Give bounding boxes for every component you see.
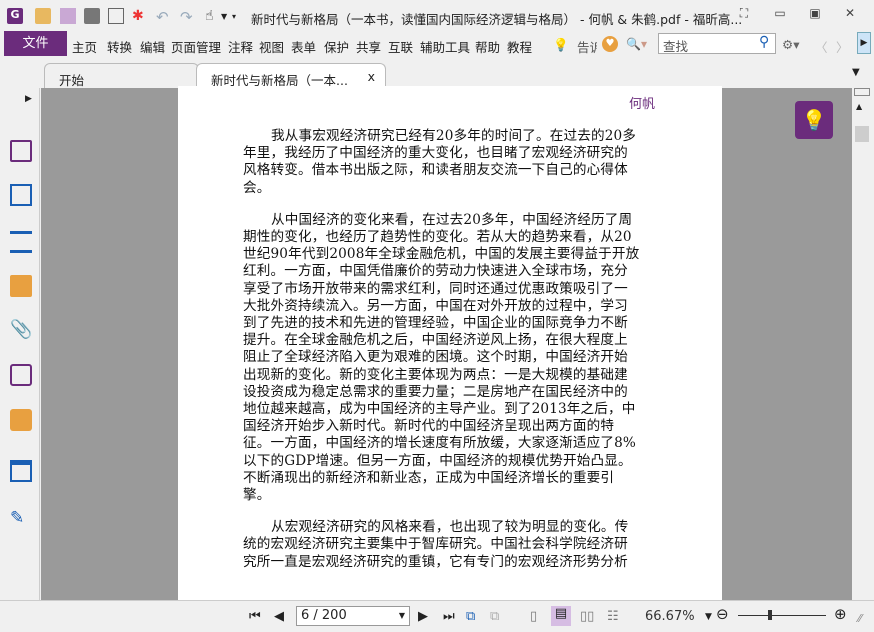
app-logo-icon: G [7, 8, 23, 24]
accessibility-tool-icon[interactable]: ✎ [10, 508, 32, 530]
tab-label: 开始 [59, 73, 85, 88]
open-folder-icon[interactable] [35, 8, 51, 24]
menu-comment[interactable]: 注释 [228, 37, 253, 56]
previous-page-icon[interactable]: ◀ [274, 609, 284, 624]
previous-view-icon[interactable]: ⧉ [466, 609, 475, 624]
menu-form[interactable]: 表单 [291, 37, 316, 56]
resize-grip-icon[interactable]: ⁄⁄ [858, 612, 862, 625]
menu-home[interactable]: 主页 [72, 37, 97, 56]
menu-accessibility[interactable]: 辅助工具 [420, 37, 470, 56]
undo-icon[interactable]: ↶ [156, 8, 172, 26]
text-line: 究所一直是宏观经济研究的重镇，它有专门的宏观经济形势分析 [243, 553, 628, 570]
zoom-dropdown-icon[interactable]: ▼ [705, 612, 712, 622]
tab-list-dropdown-icon[interactable]: ▼ [852, 67, 860, 78]
attachment-icon[interactable]: 📎 [10, 319, 32, 341]
status-bar [0, 600, 874, 632]
new-document-icon[interactable]: ✱ [132, 8, 148, 24]
scroll-thumb[interactable] [855, 126, 869, 142]
menu-share[interactable]: 共享 [356, 37, 381, 56]
properties-icon[interactable] [108, 8, 124, 24]
tab-close-icon[interactable]: x [368, 69, 375, 84]
form-fields-icon[interactable] [10, 460, 32, 482]
text-line: 会。 [243, 179, 271, 196]
continuous-page-icon[interactable]: ▤ [551, 606, 571, 626]
zoom-in-icon[interactable]: ⊕ [834, 605, 847, 623]
last-page-icon[interactable]: ⏭ [443, 609, 455, 624]
fullscreen-icon[interactable]: ⛶ [734, 6, 754, 22]
gear-icon[interactable]: ⚙▾ [782, 37, 799, 52]
page-number-value: 6 / 200 [301, 608, 347, 623]
tell-me-label[interactable]: 告诉 [577, 37, 597, 56]
tab-document[interactable]: 新时代与新格局（一本... x [196, 63, 386, 88]
maximize-button[interactable]: ▣ [805, 6, 825, 22]
zoom-out-icon[interactable]: ⊖ [716, 605, 729, 623]
next-page-icon[interactable]: ▶ [418, 609, 428, 624]
continuous-facing-icon[interactable]: ☷ [607, 609, 619, 624]
minimize-button[interactable]: ▭ [770, 6, 790, 22]
hand-tool-icon[interactable]: ☝ [205, 8, 221, 24]
vertical-scrollbar[interactable]: ▲ [852, 86, 872, 600]
zoom-slider[interactable] [738, 615, 826, 616]
single-page-icon[interactable]: ▯ [530, 609, 537, 624]
customize-toolbar-icon[interactable]: ▾ [232, 12, 248, 28]
close-button[interactable]: ✕ [840, 6, 860, 22]
menu-page-management[interactable]: 页面管理 [171, 37, 221, 56]
layers-icon[interactable] [10, 231, 32, 253]
page-number-input[interactable]: 6 / 200 ▼ [296, 606, 410, 626]
text-line: 不断涌现出的新经济和新业态，正成为中国经济增长的重要引 [243, 469, 615, 486]
save-icon[interactable] [60, 8, 76, 24]
page-header-author: 何帆 [629, 97, 656, 112]
comments-icon[interactable] [10, 275, 32, 297]
pages-icon[interactable] [10, 184, 32, 206]
file-menu-button[interactable]: 文件 [4, 31, 67, 56]
redo-icon[interactable]: ↷ [180, 8, 196, 26]
menu-tutorial[interactable]: 教程 [507, 37, 532, 56]
menu-view[interactable]: 视图 [259, 37, 284, 56]
chevron-down-icon[interactable]: ▼ [399, 611, 405, 620]
nav-back-icon[interactable]: 〈 [815, 37, 828, 56]
lock-icon[interactable] [10, 409, 32, 431]
bookmark-icon[interactable] [10, 140, 32, 162]
menu-help[interactable]: 帮助 [475, 37, 500, 56]
text-line: 风格转变。借本书出版之际，和读者朋友交流一下自己的心得体 [243, 162, 628, 179]
lightbulb-icon[interactable]: 💡 [553, 37, 569, 53]
menu-connect[interactable]: 互联 [388, 37, 413, 56]
navigation-panel: ▶ 📎 ✎ [0, 88, 40, 600]
zoom-level[interactable]: 66.67% [645, 609, 695, 624]
print-icon[interactable] [84, 8, 100, 24]
first-page-icon[interactable]: ⏮ [249, 609, 261, 624]
nav-forward-icon[interactable]: 〉 [836, 37, 849, 56]
window-title: 新时代与新格局（一本书，读懂国内国际经济逻辑与格局） - 何帆 & 朱鹤.pdf… [251, 12, 743, 27]
next-view-icon[interactable]: ⧉ [490, 609, 499, 624]
heart-icon[interactable]: ♥ [602, 36, 618, 52]
facing-pages-icon[interactable]: ▯▯ [580, 609, 594, 624]
menu-edit[interactable]: 编辑 [140, 37, 165, 56]
signature-icon[interactable] [10, 364, 32, 386]
ribbon-expand-button[interactable]: ▶ [857, 32, 871, 54]
title-bar: G ✱ ↶ ↷ ☝ ▼ ▾ 新时代与新格局（一本书，读懂国内国际经济逻辑与格局）… [0, 0, 874, 31]
menu-protect[interactable]: 保护 [324, 37, 349, 56]
tips-lightbulb-button[interactable]: 💡 [795, 101, 833, 139]
scroll-up-icon[interactable]: ▲ [856, 102, 862, 111]
scroll-split-handle[interactable] [854, 88, 870, 96]
find-tool-icon[interactable]: 🔍▾ [626, 37, 647, 51]
menu-convert[interactable]: 转换 [107, 37, 132, 56]
zoom-slider-thumb[interactable] [768, 610, 772, 620]
text-line: 擎。 [243, 487, 271, 503]
search-icon[interactable]: ⚲ [759, 34, 769, 50]
expand-panel-icon[interactable]: ▶ [25, 94, 32, 104]
tab-start[interactable]: 开始 [44, 63, 199, 88]
